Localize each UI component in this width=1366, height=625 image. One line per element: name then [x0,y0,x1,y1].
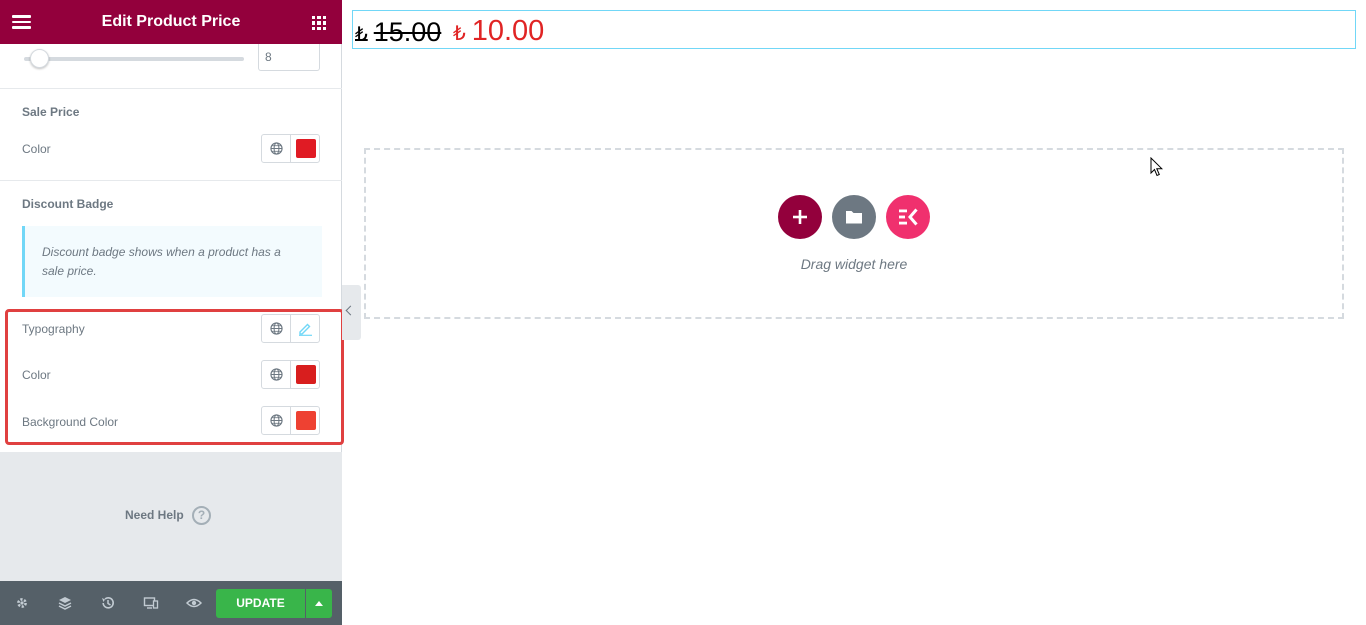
product-price-widget[interactable]: ₺ 15.00 ₺ 10.00 [352,10,1356,49]
eye-icon[interactable] [186,595,202,611]
sale-price-heading: Sale Price [22,105,80,119]
elementskit-library-button[interactable] [886,195,930,239]
sale-price-value: 10.00 [471,15,545,47]
widget-drop-zone[interactable]: Drag widget here [364,148,1344,319]
editor-app: Edit Product Price 8 Sale Price Color Di… [0,0,1366,625]
caret-up-icon [315,601,323,606]
slider-value-input[interactable]: 8 [258,44,320,71]
drag-widget-hint: Drag widget here [800,256,908,272]
add-section-button[interactable] [778,195,822,239]
settings-icon[interactable] [14,595,30,611]
plus-icon [793,210,807,224]
update-button[interactable]: UPDATE [216,589,305,618]
discount-badge-heading: Discount Badge [22,197,114,211]
widgets-grid-icon[interactable] [312,16,326,30]
sale-currency-symbol: ₺ [453,23,466,45]
elementskit-icon [899,208,918,226]
mouse-cursor-icon [1150,157,1164,177]
slider-track[interactable] [24,57,244,61]
layers-icon[interactable] [57,595,73,611]
slider-handle[interactable] [30,49,49,68]
regular-price: ₺ 15.00 [355,17,441,48]
panel-title: Edit Product Price [101,13,241,30]
regular-price-value: 15.00 [373,17,442,47]
editor-panel: Edit Product Price 8 Sale Price Color Di… [0,0,344,625]
help-area: Need Help ? [0,452,342,581]
sale-price: ₺ 10.00 [453,15,544,48]
discount-badge-notice: Discount badge shows when a product has … [22,226,322,297]
panel-header: Edit Product Price [0,0,342,44]
update-options-button[interactable] [306,589,332,618]
regular-currency-symbol: ₺ [355,24,368,46]
help-question-icon[interactable]: ? [192,506,211,525]
responsive-icon[interactable] [143,595,159,611]
panel-footer: UPDATE [0,581,342,625]
sale-price-color-control [261,134,320,163]
sale-price-color-label: Color [22,142,51,156]
sale-price-color-swatch[interactable] [296,139,316,158]
need-help-link[interactable]: Need Help [125,508,184,522]
folder-icon [846,211,862,224]
collapse-panel-button[interactable] [342,285,361,340]
highlight-annotation [5,309,344,445]
section-divider [0,180,342,181]
add-template-button[interactable] [832,195,876,239]
chevron-left-icon [345,305,356,316]
globe-icon [270,142,283,155]
history-icon[interactable] [100,595,116,611]
slider-control: 8 [0,44,342,89]
global-colors-button[interactable] [262,135,291,162]
